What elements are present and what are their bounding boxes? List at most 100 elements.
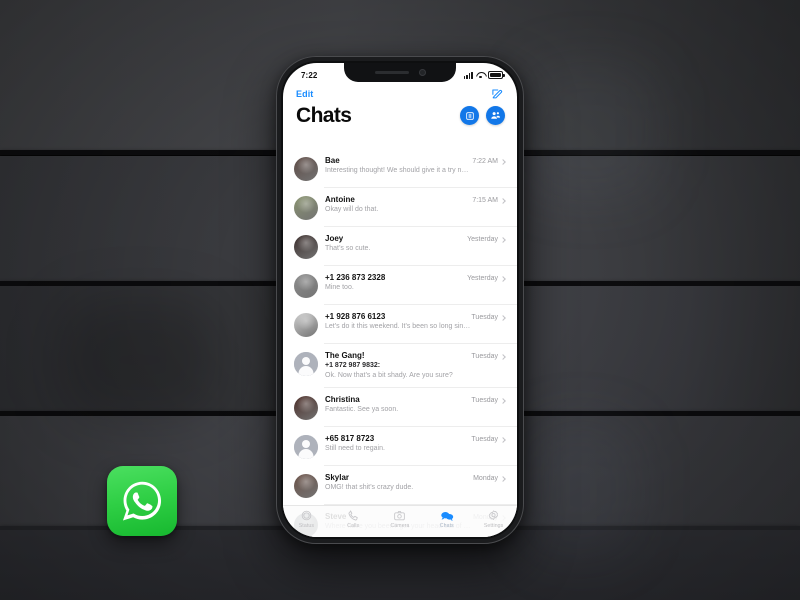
avatar <box>294 157 318 181</box>
chat-item-body: Antoine 7:15 AM Okay will do that. <box>318 195 507 215</box>
chat-list-item[interactable]: Skylar Monday OMG! that shit’s crazy dude. <box>283 466 517 506</box>
chat-item-header: Joey Yesterday <box>325 234 506 244</box>
chat-item-header: Antoine 7:15 AM <box>325 195 506 205</box>
chat-item-timestamp: Yesterday <box>467 275 498 282</box>
tab-label: Calls <box>347 523 360 529</box>
front-camera-icon <box>418 69 426 76</box>
chat-item-meta: Monday <box>473 474 506 483</box>
chat-list-item[interactable]: +1 928 876 6123 Tuesday Let’s do it this w… <box>283 305 517 344</box>
chat-item-body: Joey Yesterday That’s so cute. <box>318 234 507 254</box>
phone-device: 7:22 Edit Chats Bae 7:22 AM Interesting … <box>276 56 524 544</box>
chat-item-meta: Tuesday <box>471 352 506 361</box>
chat-item-name: +65 817 8723 <box>325 434 375 444</box>
chat-list-item[interactable]: Bae 7:22 AM Interesting thought! We should… <box>283 149 517 188</box>
chat-item-name: The Gang! <box>325 351 365 360</box>
status-bar-icons <box>463 71 505 79</box>
chat-item-timestamp: 7:22 AM <box>472 158 498 165</box>
wifi-icon <box>476 72 485 79</box>
compose-icon[interactable] <box>491 87 504 100</box>
chat-item-name: +1 928 876 6123 <box>325 312 386 321</box>
chat-item-preview: Okay will do that. <box>325 206 379 214</box>
chat-item-meta: 7:22 AM <box>472 157 506 166</box>
chat-item-timestamp: Tuesday <box>471 397 498 405</box>
chat-item-timestamp: Yesterday <box>467 236 498 243</box>
tab-settings[interactable]: Settings <box>470 509 517 529</box>
chevron-right-icon <box>500 353 506 360</box>
tab-label: Status <box>298 523 315 529</box>
chat-item-timestamp: Tuesday <box>471 353 498 360</box>
avatar <box>294 196 318 220</box>
chat-item-preview: OMG! that shit’s crazy dude. <box>325 484 414 492</box>
chat-item-body: The Gang! Tuesday +1 872 987 9832: Ok. Now … <box>318 351 507 381</box>
chat-item-sender: +1 872 987 9832: <box>325 362 381 370</box>
chevron-right-icon <box>500 197 506 204</box>
chat-list-item[interactable]: +65 817 8723 Tuesday Still need to regain. <box>283 427 517 467</box>
chat-item-name: Joey <box>325 234 344 243</box>
chevron-right-icon <box>500 236 506 243</box>
chevron-right-icon <box>500 436 506 443</box>
avatar <box>294 435 318 460</box>
tab-chats[interactable]: Chats <box>423 509 470 529</box>
chat-item-timestamp: Tuesday <box>471 314 498 321</box>
phone-bezel: 7:22 Edit Chats Bae 7:22 AM Interesting … <box>281 61 519 539</box>
avatar <box>294 474 318 499</box>
chat-list-item[interactable]: Joey Yesterday That’s so cute. <box>283 227 517 266</box>
chat-item-meta: Tuesday <box>471 396 506 405</box>
avatar <box>294 396 318 421</box>
page-title: Chats <box>296 104 352 127</box>
chat-item-name: Antoine <box>325 195 355 204</box>
chat-item-body: Skylar Monday OMG! that shit’s crazy dude. <box>318 473 507 493</box>
earpiece-speaker <box>374 71 409 74</box>
chat-item-preview: Ok. Now that’s a bit shady. Are you sure… <box>325 371 453 379</box>
chat-item-preview: Still need to regain. <box>325 445 385 453</box>
chat-item-name: Bae <box>325 156 340 165</box>
chat-item-meta: Yesterday <box>467 235 506 244</box>
chat-item-preview: Mine too. <box>325 284 354 292</box>
signal-bars-icon <box>463 71 473 79</box>
status-bar-clock: 7:22 <box>301 70 318 80</box>
chat-item-body: Christina Tuesday Fantastic. See ya soon. <box>318 395 507 415</box>
chat-list-item[interactable]: Antoine 7:15 AM Okay will do that. <box>283 188 517 227</box>
chat-list[interactable]: Bae 7:22 AM Interesting thought! We should… <box>283 149 517 537</box>
archived-chats-button[interactable] <box>460 106 479 125</box>
chat-item-body: +65 817 8723 Tuesday Still need to regain. <box>318 434 507 454</box>
chat-item-name: +1 236 873 2328 <box>325 273 386 282</box>
navigation-bar: Edit <box>283 85 517 100</box>
whatsapp-app-icon[interactable] <box>107 466 177 536</box>
chat-item-meta: Tuesday <box>471 435 506 444</box>
chat-item-body: +1 236 873 2328 Yesterday Mine too. <box>318 273 507 293</box>
avatar-placeholder-icon <box>294 435 318 460</box>
chevron-right-icon <box>500 314 506 321</box>
gear-icon <box>487 509 500 522</box>
chevron-right-icon <box>500 475 506 482</box>
chat-item-header: The Gang! Tuesday <box>325 351 506 361</box>
avatar <box>294 352 318 376</box>
tab-calls[interactable]: Calls <box>330 509 377 529</box>
avatar-placeholder-icon <box>294 352 318 376</box>
chat-list-item[interactable]: Christina Tuesday Fantastic. See ya soon. <box>283 388 517 428</box>
tab-camera[interactable]: Camera <box>377 509 424 529</box>
chat-item-timestamp: Monday <box>473 475 498 483</box>
chevron-right-icon <box>500 275 506 282</box>
chat-list-item[interactable]: +1 236 873 2328 Yesterday Mine too. <box>283 266 517 305</box>
status-ring-icon <box>300 509 313 522</box>
chat-item-meta: Tuesday <box>471 313 506 322</box>
chat-item-header: +1 236 873 2328 Yesterday <box>325 273 506 283</box>
chevron-right-icon <box>500 158 506 165</box>
chat-item-header: +1 928 876 6123 Tuesday <box>325 312 506 322</box>
avatar <box>294 274 318 298</box>
chat-list-item[interactable]: The Gang! Tuesday +1 872 987 9832: Ok. Now … <box>283 344 517 389</box>
edit-button[interactable]: Edit <box>296 89 313 99</box>
chat-item-name: Skylar <box>325 473 350 483</box>
tab-status[interactable]: Status <box>283 509 330 529</box>
avatar <box>294 313 318 337</box>
new-group-button[interactable] <box>486 106 505 125</box>
chat-bubbles-icon <box>440 509 454 522</box>
chat-item-preview: Interesting thought! We should give it a… <box>325 167 469 175</box>
phone-screen: 7:22 Edit Chats Bae 7:22 AM Interesting … <box>283 63 517 537</box>
tab-bar[interactable]: Status Calls Camera Chats Settings <box>283 505 517 537</box>
chat-item-timestamp: 7:15 AM <box>472 197 498 204</box>
chat-item-header: +65 817 8723 Tuesday <box>325 434 506 444</box>
chevron-right-icon <box>500 397 506 404</box>
chat-item-meta: Yesterday <box>467 274 506 283</box>
